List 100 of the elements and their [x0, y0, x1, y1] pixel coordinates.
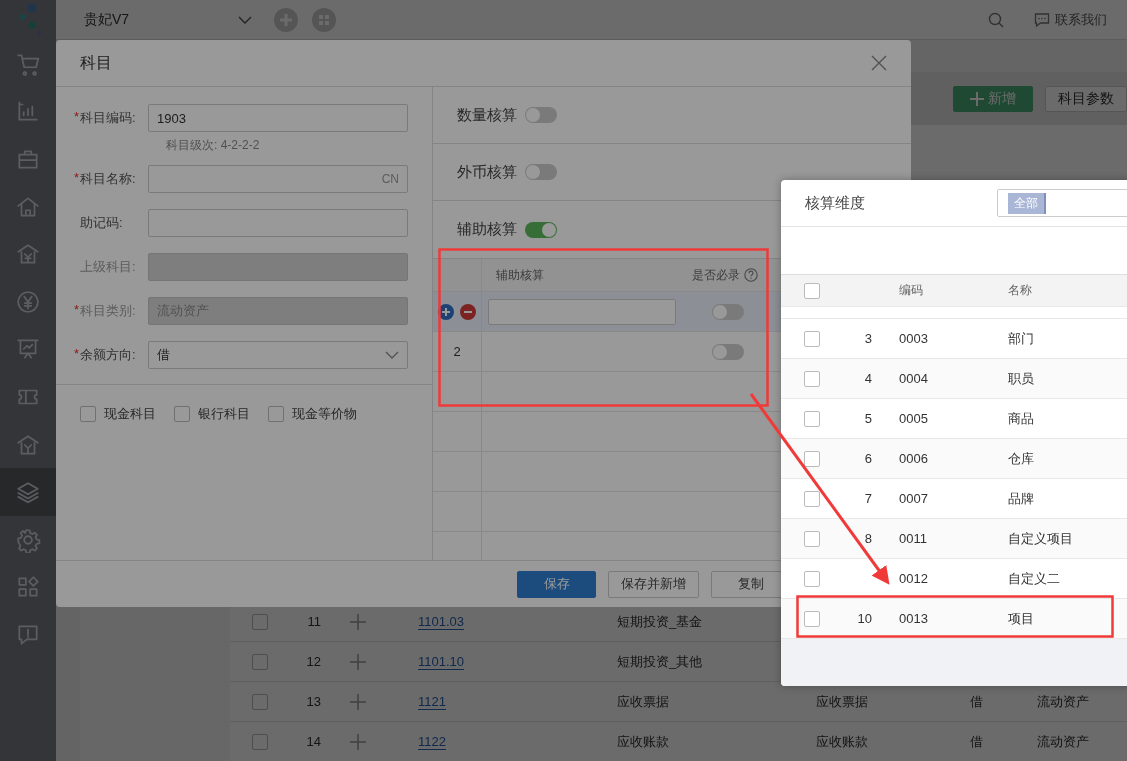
- table-cell: 0005: [899, 411, 928, 426]
- toggle-switch[interactable]: [525, 221, 557, 238]
- checkbox[interactable]: [804, 370, 820, 387]
- checkbox-label[interactable]: 现金等价物: [292, 405, 357, 423]
- yen-coin-icon: [15, 288, 41, 315]
- row-number: 5: [864, 411, 872, 426]
- checkbox[interactable]: [268, 406, 284, 422]
- filter-tag[interactable]: 全部: [1008, 192, 1046, 214]
- help-icon[interactable]: [744, 268, 758, 282]
- input-field[interactable]: [488, 298, 676, 325]
- toggle-switch[interactable]: [525, 164, 557, 180]
- checkbox[interactable]: [252, 733, 268, 750]
- search-icon[interactable]: [988, 11, 1004, 28]
- remove-row-icon[interactable]: [460, 303, 476, 320]
- chevron-down-icon[interactable]: [238, 15, 252, 24]
- field-label: *科目名称:: [74, 170, 137, 188]
- table-cell: 部门: [1008, 329, 1034, 348]
- add-button[interactable]: 新增: [953, 85, 1033, 112]
- table-cell: 借: [970, 692, 983, 711]
- table-cell: 0013: [899, 611, 928, 626]
- table-cell: 0012: [899, 571, 928, 586]
- dialog-title: 科目: [80, 52, 112, 73]
- row-number: 13: [306, 694, 321, 709]
- table-cell: 0003: [899, 331, 928, 346]
- table-cell: 短期投资_其他: [617, 652, 703, 671]
- account-code-link[interactable]: 1121: [418, 693, 446, 710]
- checkbox-label[interactable]: 银行科目: [198, 405, 250, 423]
- add-row-icon[interactable]: [438, 303, 454, 320]
- sidebar-item[interactable]: [0, 468, 56, 516]
- row-number: 4: [864, 371, 872, 386]
- field-label: 助记码:: [79, 214, 124, 232]
- settings-icon: [15, 526, 41, 553]
- row-number: 11: [307, 614, 321, 629]
- field-label: *余额方向:: [74, 346, 137, 364]
- column-header: 名称: [1008, 282, 1032, 299]
- plus-icon[interactable]: [349, 653, 366, 670]
- toolbar-button[interactable]: 科目参数: [1045, 85, 1127, 112]
- select-all-checkbox[interactable]: [804, 282, 820, 299]
- checkbox[interactable]: [804, 570, 820, 587]
- checkbox[interactable]: [804, 450, 820, 467]
- account-code-link[interactable]: 1122: [418, 733, 446, 750]
- account-code-link[interactable]: 1101.10: [418, 653, 465, 670]
- table-cell: 职员: [1008, 369, 1034, 388]
- toggle-switch[interactable]: [525, 107, 557, 123]
- table-cell: 应收账款: [816, 732, 868, 751]
- field-label: 上级科目:: [79, 258, 137, 276]
- save-button[interactable]: 保存: [517, 570, 596, 598]
- panel-title: 核算维度: [805, 193, 866, 213]
- close-icon[interactable]: [871, 55, 887, 71]
- chat-icon: [1034, 11, 1050, 28]
- table-cell: 短期投资_基金: [617, 612, 703, 631]
- row-number: 7: [864, 491, 872, 506]
- plus-icon[interactable]: [349, 693, 366, 710]
- toggle-switch[interactable]: [712, 343, 744, 360]
- filter-field[interactable]: 全部: [997, 189, 1127, 217]
- account-code-link[interactable]: 1101.03: [418, 613, 465, 630]
- company-name[interactable]: 贵妃V7: [84, 10, 224, 29]
- table-cell: 应收票据: [617, 692, 669, 711]
- table-cell: 商品: [1008, 409, 1034, 428]
- row-number: 3: [864, 331, 872, 346]
- table-cell: 0006: [899, 451, 928, 466]
- dropdown[interactable]: 借: [148, 341, 408, 369]
- table-cell: 0011: [899, 531, 927, 546]
- checkbox[interactable]: [174, 406, 190, 422]
- switch-label: 辅助核算: [457, 220, 517, 239]
- table-cell: 项目: [1008, 609, 1034, 628]
- checkbox[interactable]: [252, 653, 268, 670]
- checkbox[interactable]: [804, 490, 820, 507]
- switch-label: 数量核算: [457, 105, 517, 125]
- checkbox[interactable]: [804, 610, 820, 627]
- plus-icon: [970, 91, 984, 106]
- chevron-down-icon: [385, 351, 399, 359]
- checkbox[interactable]: [252, 693, 268, 710]
- table-cell: 应收票据: [816, 692, 868, 711]
- checkbox[interactable]: [252, 613, 268, 630]
- row-number: 12: [306, 654, 321, 669]
- table-cell: 品牌: [1008, 489, 1034, 508]
- text-field[interactable]: 1903: [148, 104, 408, 132]
- switch-label: 外币核算: [457, 162, 517, 182]
- checkbox[interactable]: [804, 530, 820, 547]
- table-cell: 自定义二: [1008, 569, 1060, 588]
- checkbox[interactable]: [80, 406, 96, 422]
- contact-us-button[interactable]: 联系我们: [1034, 10, 1107, 29]
- plus-icon[interactable]: [349, 613, 366, 630]
- field-label: *科目编码:: [74, 109, 137, 127]
- table-cell: 0004: [899, 371, 928, 386]
- row-number: 10: [857, 611, 872, 626]
- column-header: 是否必录: [692, 266, 740, 284]
- text-field[interactable]: [148, 209, 408, 237]
- dialog-button[interactable]: 保存并新增: [608, 570, 699, 598]
- table-cell: 流动资产: [1037, 732, 1089, 751]
- table-cell: 仓库: [1008, 449, 1034, 468]
- text-field[interactable]: CN: [148, 165, 408, 193]
- checkbox[interactable]: [804, 330, 820, 347]
- plus-icon[interactable]: [349, 733, 366, 750]
- table-cell: 应收账款: [617, 732, 669, 751]
- toggle-switch[interactable]: [712, 303, 744, 320]
- checkbox-label[interactable]: 现金科目: [104, 405, 156, 423]
- table-cell: 0007: [899, 491, 928, 506]
- checkbox[interactable]: [804, 410, 820, 427]
